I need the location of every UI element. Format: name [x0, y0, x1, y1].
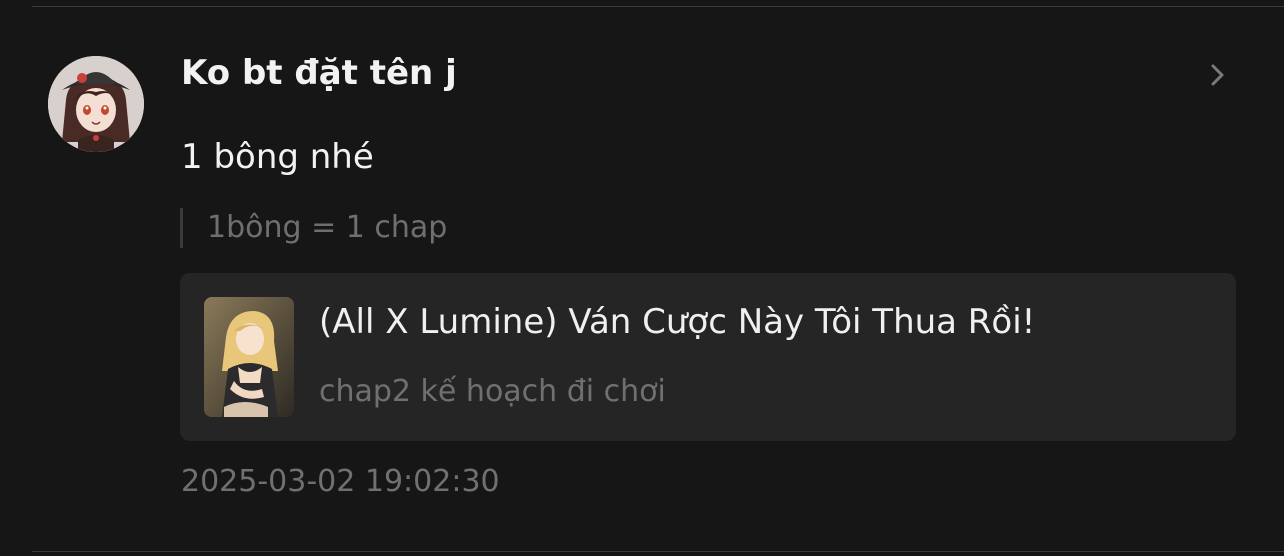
story-card[interactable]: (All X Lumine) Ván Cược Này Tôi Thua Rồi…	[180, 273, 1236, 441]
avatar-image	[48, 56, 144, 152]
story-cover-image	[204, 297, 294, 417]
story-cover	[204, 297, 294, 417]
chevron-right-icon[interactable]	[1204, 58, 1232, 92]
top-divider	[32, 6, 1284, 7]
comment-username[interactable]: Ko bt đặt tên j	[181, 52, 457, 94]
quoted-reply: 1bông = 1 chap	[180, 208, 447, 248]
comment-timestamp: 2025-03-02 19:02:30	[181, 464, 500, 499]
comment-message: 1 bông nhé	[181, 137, 374, 177]
story-title: (All X Lumine) Ván Cược Này Tôi Thua Rồi…	[319, 302, 1036, 342]
bottom-divider	[32, 551, 1284, 552]
avatar[interactable]	[48, 56, 144, 152]
story-chapter: chap2 kế hoạch đi chơi	[319, 374, 666, 409]
quoted-reply-text: 1bông = 1 chap	[207, 210, 448, 245]
